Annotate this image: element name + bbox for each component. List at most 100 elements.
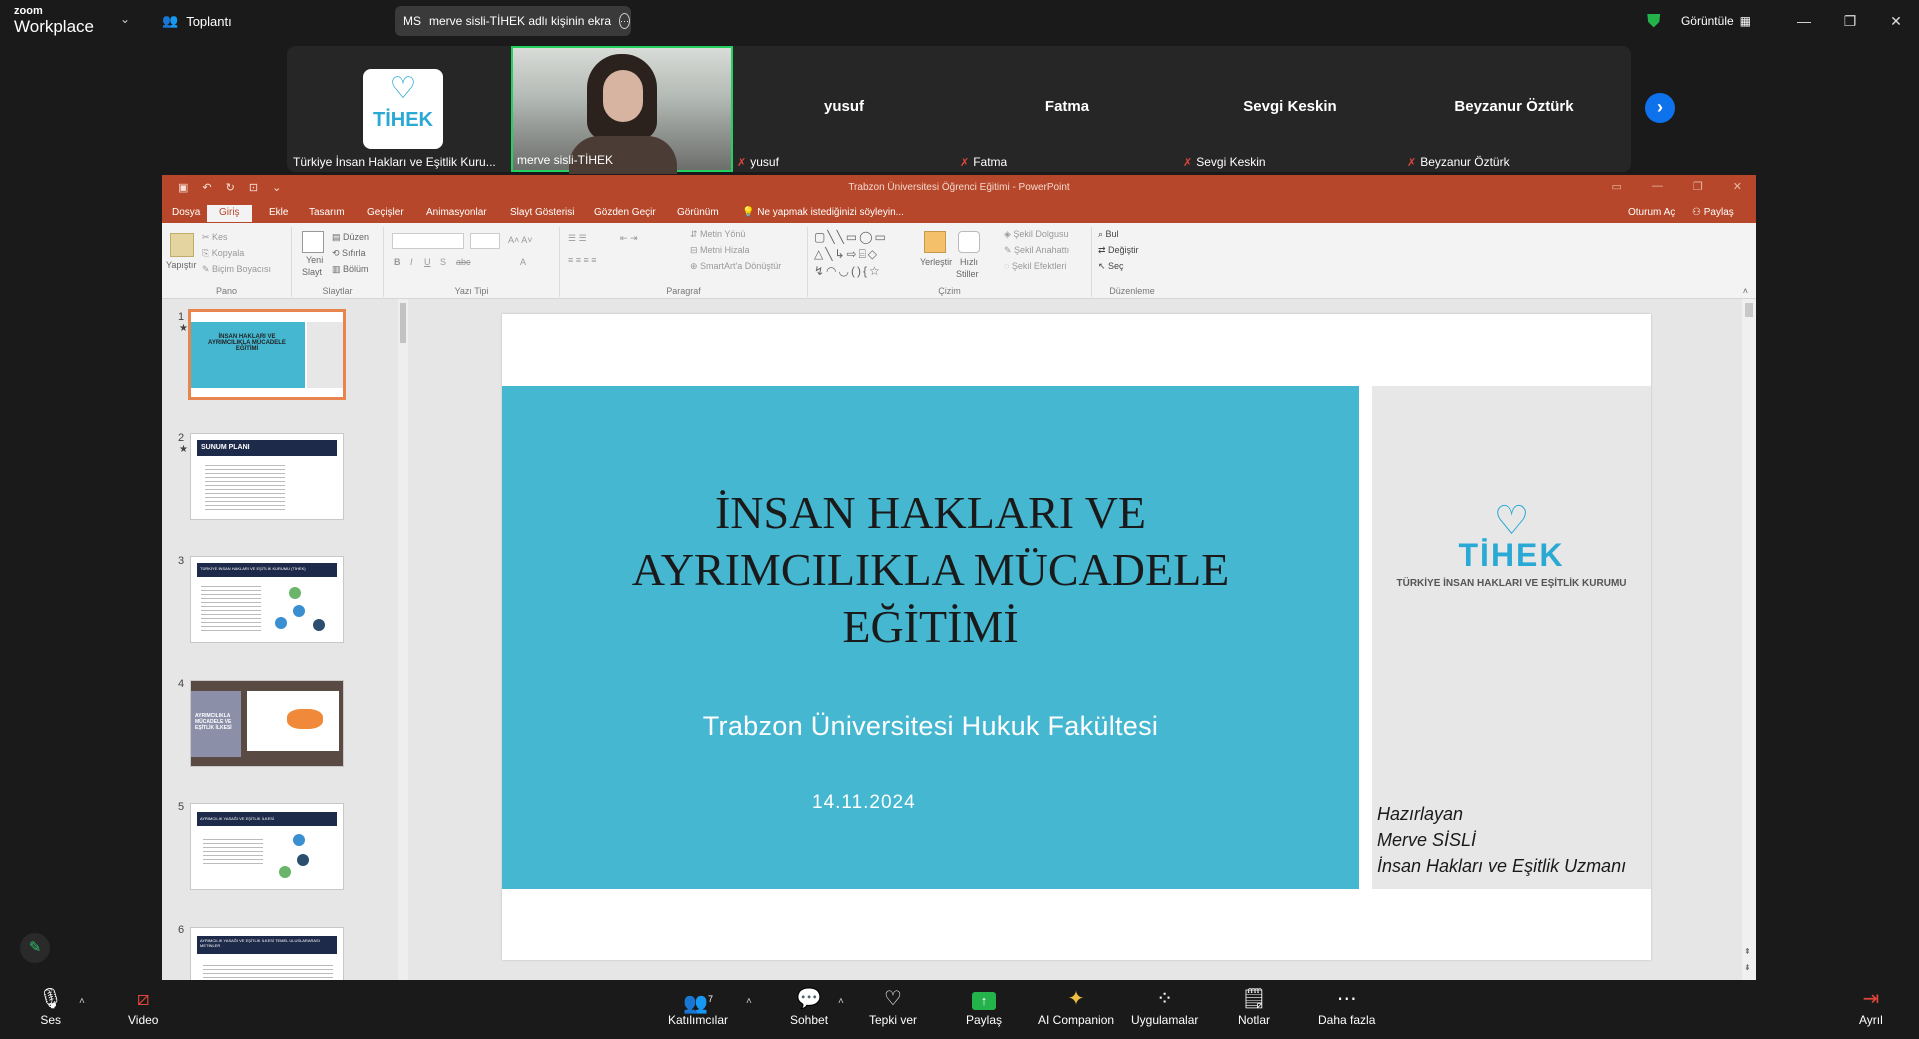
chat-button[interactable]: 💬 Sohbet xyxy=(790,987,828,1027)
ribbon-options-icon[interactable]: ▭ xyxy=(1612,180,1622,193)
share-screen-icon: ↑ xyxy=(966,987,1002,1013)
align-text-button[interactable]: ⊟ Metni Hizala xyxy=(690,245,750,256)
lightbulb-icon: 💡 xyxy=(742,207,758,218)
participant-tile[interactable]: Sevgi Keskin ✗ Sevgi Keskin xyxy=(1179,46,1401,172)
tab-animations[interactable]: Animasyonlar xyxy=(426,207,487,218)
slide-thumbnail[interactable]: AYRIMCILIKLA MÜCADELE VE EŞİTLİK İLKESİ xyxy=(190,680,344,767)
slide-thumbnail[interactable]: SUNUM PLANI xyxy=(190,433,344,520)
restore-icon[interactable]: ❐ xyxy=(1693,180,1703,193)
current-slide[interactable]: İNSAN HAKLARI VE AYRIMCILIKLA MÜCADELE E… xyxy=(502,314,1651,960)
shape-fill-button[interactable]: ◈ Şekil Dolgusu xyxy=(1004,229,1068,240)
underline-button[interactable]: U xyxy=(424,257,431,267)
shadow-button[interactable]: S xyxy=(440,257,446,267)
font-name-box[interactable] xyxy=(392,233,464,249)
cut-button[interactable]: ✂ Kes xyxy=(202,232,228,243)
shapes-gallery[interactable]: ▢╲╲▭◯▭ △╲↳⇨⌸◇ ↯◠◡(){☆ xyxy=(814,229,914,280)
thumbnails-scrollbar[interactable] xyxy=(398,299,408,980)
share-button[interactable]: ⚇ Paylaş xyxy=(1692,207,1734,218)
replace-button[interactable]: ⇄ Değiştir xyxy=(1098,245,1139,256)
new-slide-icon[interactable] xyxy=(302,231,324,253)
participant-tile[interactable]: ♡ TİHEK Türkiye İnsan Hakları ve Eşitlik… xyxy=(289,46,511,172)
pen-icon: ✎ xyxy=(1004,245,1015,255)
more-dots-icon: ⋯ xyxy=(1336,988,1357,1010)
copy-button[interactable]: ⎘ Kopyala xyxy=(202,248,244,259)
tab-review[interactable]: Gözden Geçir xyxy=(594,207,656,218)
bold-button[interactable]: B xyxy=(394,257,401,267)
slide-title: İNSAN HAKLARI VE AYRIMCILIKLA MÜCADELE E… xyxy=(631,487,1230,652)
participant-tile[interactable]: Beyzanur Öztürk ✗ Beyzanur Öztürk xyxy=(1403,46,1625,172)
font-size-buttons[interactable]: A˄ A˅ xyxy=(508,235,533,245)
font-color-button[interactable]: A xyxy=(520,257,526,267)
collapse-ribbon-icon[interactable]: ˄ xyxy=(1743,286,1748,296)
notes-button[interactable]: 🗒 Notlar xyxy=(1238,987,1270,1027)
react-button[interactable]: ♡ Tepki ver xyxy=(869,987,917,1027)
meeting-menu[interactable]: 👥 Toplantı xyxy=(162,13,232,29)
sparkle-icon: ✦ xyxy=(1067,988,1085,1010)
audio-button[interactable]: 🎙 Ses xyxy=(38,987,63,1027)
slide-thumbnail[interactable]: AYRIMCILIK YASAĞI VE EŞİTLİK İLKESİ TEME… xyxy=(190,927,344,980)
leave-button[interactable]: ⇥ Ayrıl xyxy=(1859,987,1883,1027)
bullets-icon[interactable]: ☰ ☰ xyxy=(568,233,587,244)
indent-icon[interactable]: ⇤ ⇥ xyxy=(620,233,638,244)
participants-button[interactable]: 👥7 Katılımcılar xyxy=(668,987,728,1027)
paste-button[interactable] xyxy=(170,233,194,257)
font-size-box[interactable] xyxy=(470,233,500,249)
chevron-down-icon[interactable]: ⌄ xyxy=(120,12,130,26)
slide-thumbnail[interactable]: İNSAN HAKLARI VE AYRIMCILIKLA MÜCADELE E… xyxy=(188,309,346,400)
shape-effects-button[interactable]: ◌ Şekil Efektleri xyxy=(1004,261,1066,271)
security-shield-icon[interactable]: ⛊ xyxy=(1647,11,1667,31)
audio-options-caret[interactable]: ˄ xyxy=(79,996,85,1007)
tab-slideshow[interactable]: Slayt Gösterisi xyxy=(510,207,574,218)
participant-tile-active-speaker[interactable]: merve sisli-TİHEK xyxy=(511,46,733,174)
slide-thumbnail[interactable]: TÜRKİYE İNSAN HAKLARI VE EŞİTLİK KURUMU … xyxy=(190,556,344,643)
apps-button[interactable]: ⁘ Uygulamalar xyxy=(1131,987,1198,1027)
screen-share-indicator[interactable]: MS merve sisli-TİHEK adlı kişinin ekra ·… xyxy=(395,6,631,36)
smartart-button[interactable]: ⊕ SmartArt'a Dönüştür xyxy=(690,261,781,272)
select-button[interactable]: ↖ Seç xyxy=(1098,261,1124,272)
restore-icon[interactable]: ❐ xyxy=(1827,13,1873,30)
shape-outline-button[interactable]: ✎ Şekil Anahattı xyxy=(1004,245,1069,256)
tab-insert[interactable]: Ekle xyxy=(269,207,288,218)
strikethrough-button[interactable]: abc xyxy=(456,257,471,267)
participant-tile[interactable]: Fatma ✗ Fatma xyxy=(956,46,1178,172)
brush-icon: ✎ xyxy=(202,264,213,274)
section-button[interactable]: ▥ Bölüm xyxy=(332,264,369,275)
tell-me-search[interactable]: 💡 Ne yapmak istediğinizi söyleyin... xyxy=(742,207,904,218)
close-icon[interactable]: ✕ xyxy=(1873,13,1919,30)
view-button[interactable]: Görüntüle ▦ xyxy=(1681,14,1751,28)
align-icons[interactable]: ≡ ≡ ≡ ≡ xyxy=(568,255,597,265)
slide-scrollbar[interactable]: ⇞ ⇟ xyxy=(1742,299,1756,980)
tab-view[interactable]: Görünüm xyxy=(677,207,719,218)
more-button[interactable]: ⋯ Daha fazla xyxy=(1318,987,1375,1027)
participants-options-caret[interactable]: ˄ xyxy=(746,996,752,1007)
zoom-workplace-logo[interactable]: zoom Workplace xyxy=(14,6,94,36)
minimize-icon[interactable]: — xyxy=(1781,13,1827,29)
tab-design[interactable]: Tasarım xyxy=(309,207,345,218)
tab-transitions[interactable]: Geçişler xyxy=(367,207,404,218)
italic-button[interactable]: I xyxy=(410,257,413,267)
chat-options-caret[interactable]: ˄ xyxy=(838,996,844,1007)
leave-icon: ⇥ xyxy=(1862,988,1880,1010)
participant-tile[interactable]: yusuf ✗ yusuf xyxy=(733,46,955,172)
tab-home[interactable]: Giriş xyxy=(207,205,252,222)
close-icon[interactable]: ✕ xyxy=(1733,180,1742,193)
next-page-arrow-icon[interactable]: › xyxy=(1645,93,1675,123)
more-options-icon[interactable]: ··· xyxy=(619,13,631,29)
arrange-icon[interactable] xyxy=(924,231,946,253)
zoom-control-bar: 🎙 Ses ˄ ⧄ Video 👥7 Katılımcılar ˄ 💬 Sohb… xyxy=(0,980,1919,1039)
layout-button[interactable]: ▤ Düzen xyxy=(332,232,369,243)
find-button[interactable]: ⌕ Bul xyxy=(1098,229,1119,240)
quick-styles-icon[interactable] xyxy=(958,231,980,253)
format-painter-button[interactable]: ✎ Biçim Boyacısı xyxy=(202,264,271,275)
minimize-icon[interactable]: — xyxy=(1652,180,1663,193)
text-direction-button[interactable]: ⇵ Metin Yönü xyxy=(690,229,745,240)
sign-in-link[interactable]: Oturum Aç xyxy=(1628,207,1675,218)
tab-file[interactable]: Dosya xyxy=(172,207,200,218)
share-screen-button[interactable]: ↑ Paylaş xyxy=(966,987,1002,1027)
side-panel: ♡ TİHEK TÜRKİYE İNSAN HAKLARI VE EŞİTLİK… xyxy=(1372,386,1651,889)
video-button[interactable]: ⧄ Video xyxy=(128,987,158,1027)
reset-button[interactable]: ⟲ Sıfırla xyxy=(332,248,366,259)
annotate-pen-icon[interactable]: ✎ xyxy=(20,933,50,963)
slide-thumbnail[interactable]: AYRIMCILIK YASAĞI VE EŞİTLİK İLKESİ xyxy=(190,803,344,890)
ai-companion-button[interactable]: ✦ AI Companion xyxy=(1038,987,1114,1027)
